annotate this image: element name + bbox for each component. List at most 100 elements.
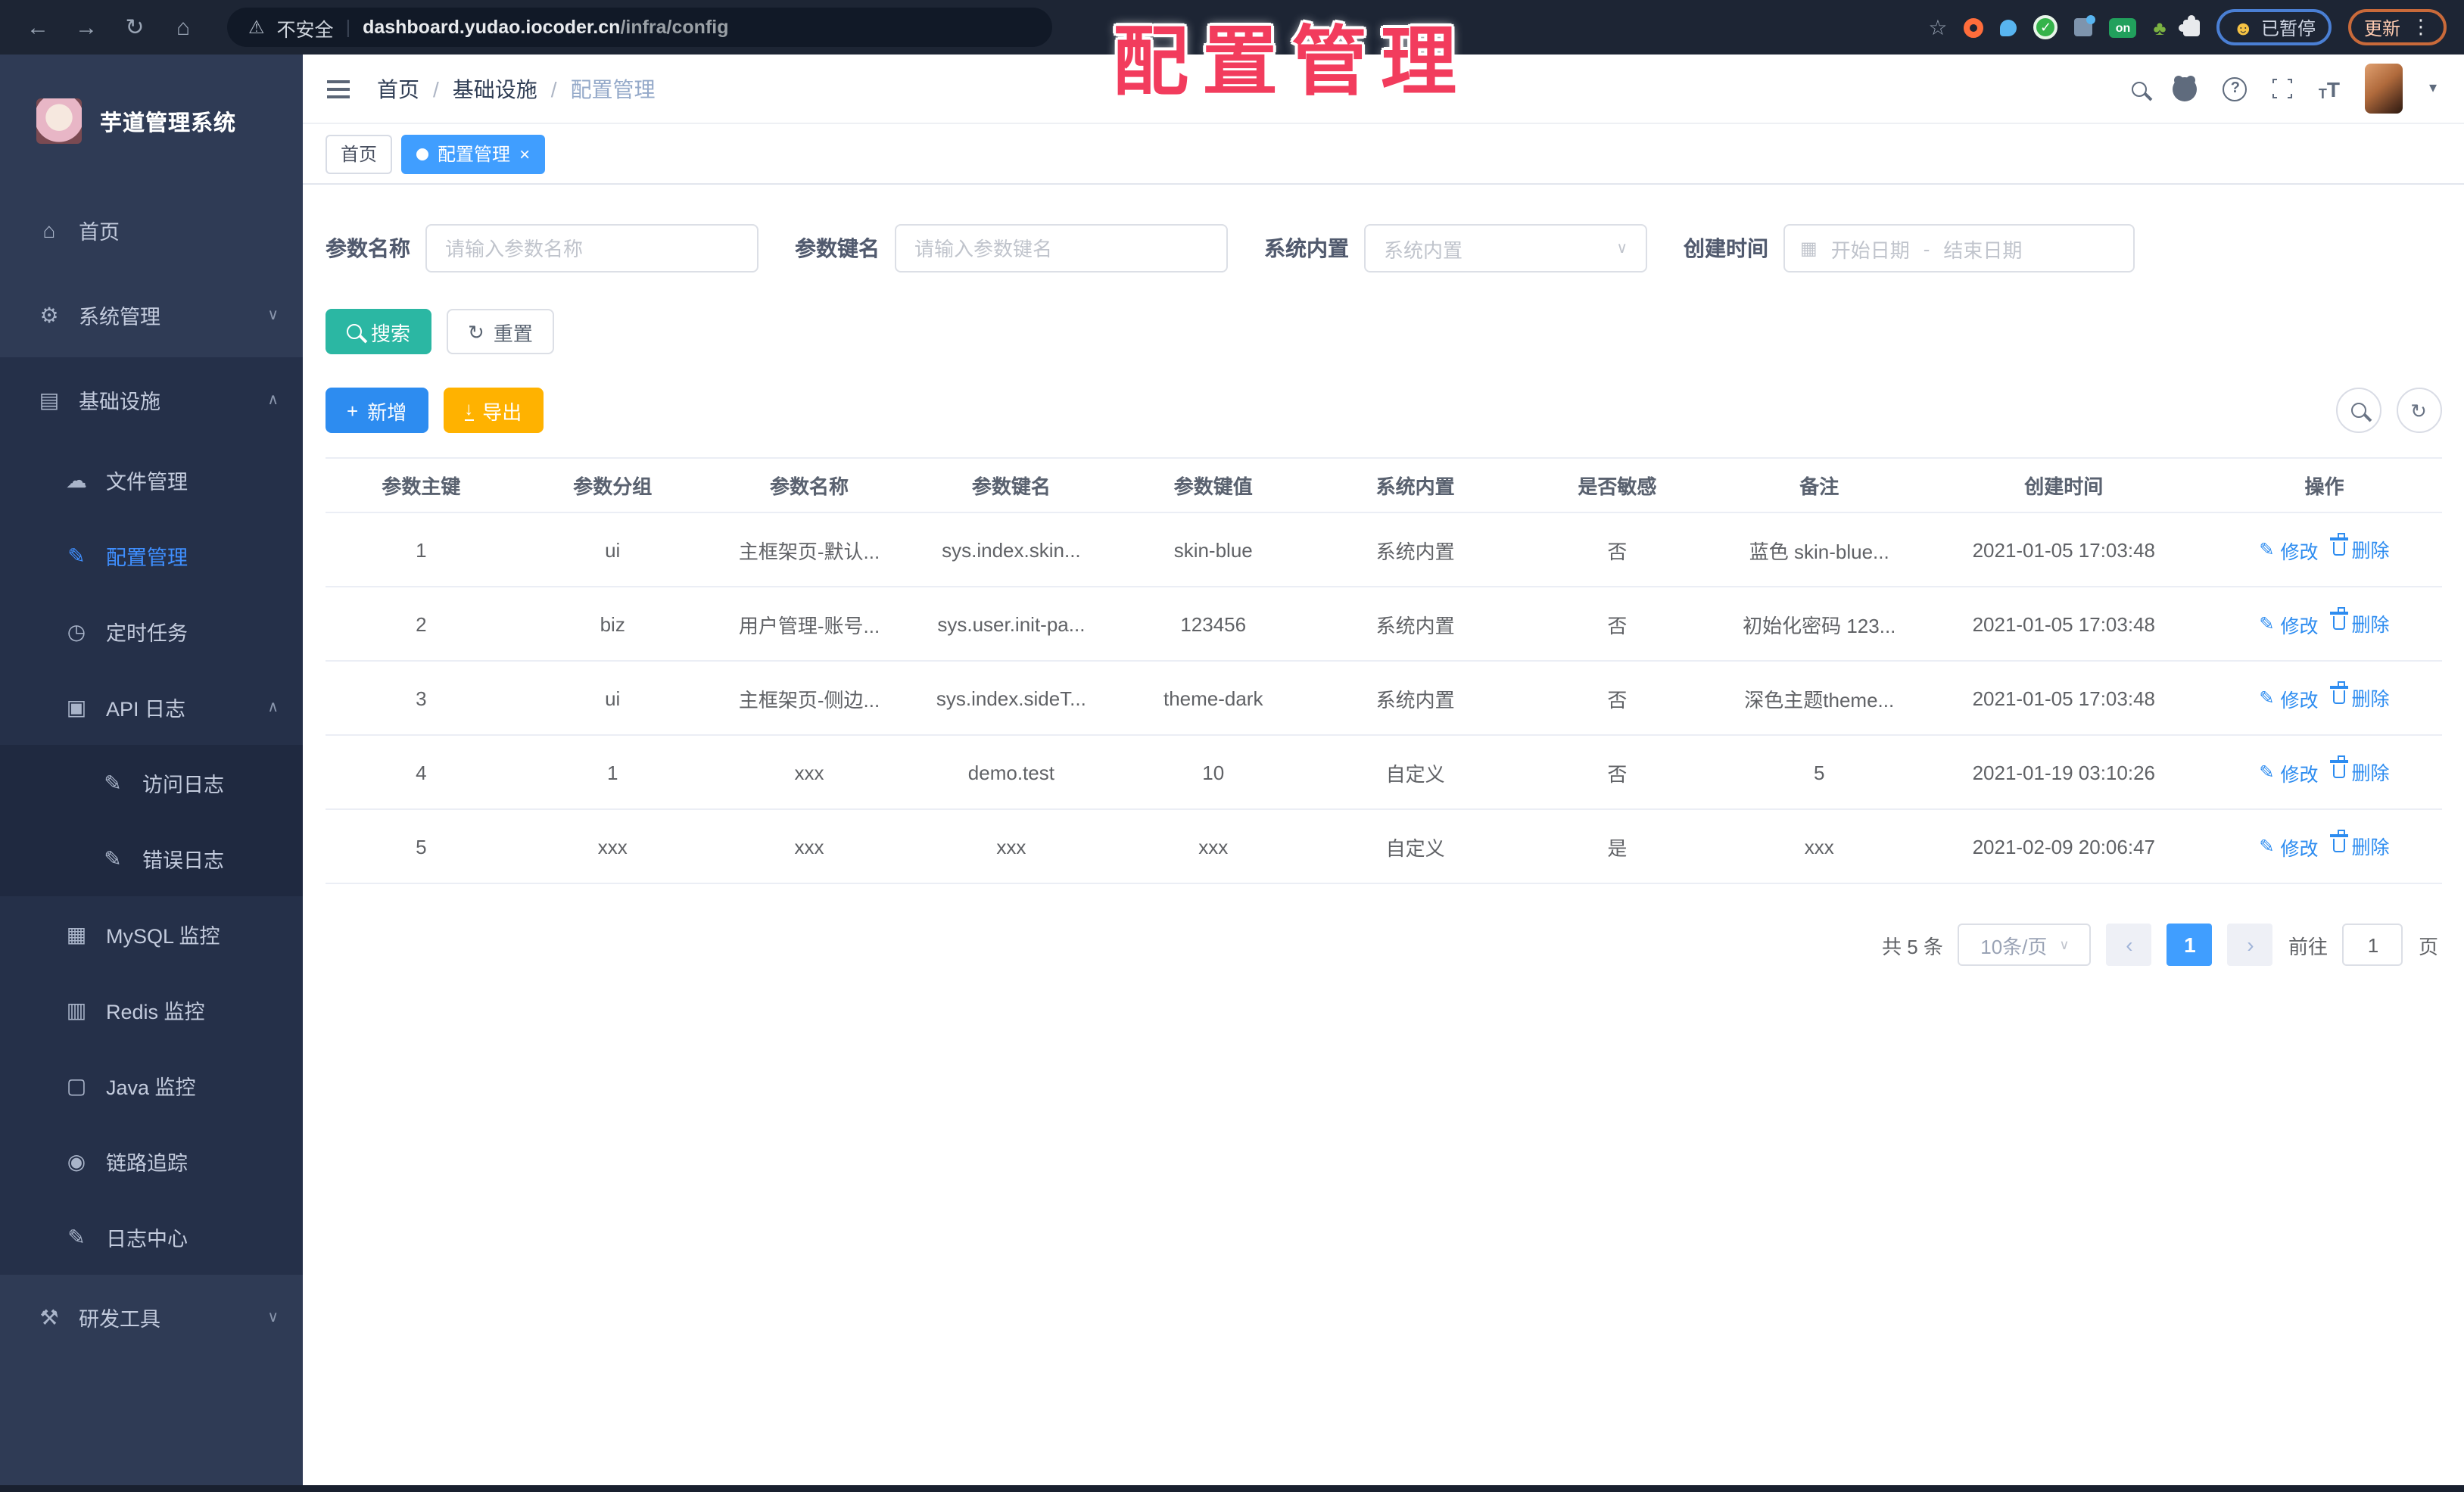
app-logo-row[interactable]: 芋道管理系统 (0, 55, 303, 188)
browser-back-button[interactable]: ← (18, 8, 58, 47)
pen-icon: ✎ (2259, 836, 2275, 858)
extension-on-badge[interactable]: on (2109, 17, 2137, 37)
edit-link[interactable]: ✎ 修改 (2259, 684, 2318, 713)
tab-home[interactable]: 首页 (326, 134, 393, 173)
close-icon[interactable]: × (519, 145, 530, 163)
delete-link[interactable]: 删除 (2330, 755, 2390, 786)
tab-config-management[interactable]: 配置管理 × (401, 134, 546, 173)
search-button[interactable]: 搜索 (326, 309, 432, 354)
page-size-select[interactable]: 10条/页 ∨ (1958, 924, 2092, 966)
cell: xxx (516, 809, 709, 884)
search-buttons-row: 搜索 ↻ 重置 (326, 309, 2441, 354)
refresh-table-button[interactable]: ↻ (2396, 388, 2441, 433)
export-button[interactable]: ↓ 导出 (443, 388, 544, 433)
col-header: 参数主键 (326, 457, 517, 513)
cell: demo.test (910, 735, 1113, 810)
sidebar-item-access-logs[interactable]: ✎ 访问日志 (0, 745, 303, 821)
create-time-range-picker[interactable]: ▦ 开始日期 - 结束日期 (1783, 224, 2135, 273)
breadcrumb-infrastructure[interactable]: 基础设施 (453, 73, 537, 104)
breadcrumb-home[interactable]: 首页 (377, 73, 419, 104)
sidebar-item-home[interactable]: ⌂ 首页 (0, 188, 303, 273)
collapse-sidebar-icon[interactable] (327, 79, 350, 83)
address-bar[interactable]: ⚠ 不安全 | dashboard.yudao.iocoder.cn/infra… (227, 8, 1052, 47)
builtin-select[interactable]: 系统内置 ∨ (1364, 224, 1647, 273)
window-bottom-edge (0, 1484, 2464, 1492)
sidebar-item-system[interactable]: ⚙ 系统管理 ∨ (0, 273, 303, 357)
breadcrumb-separator: / (550, 76, 557, 101)
extension-pin-icon[interactable] (2000, 19, 2017, 36)
total-count: 共 5 条 (1882, 935, 1943, 958)
edit-link[interactable]: ✎ 修改 (2259, 536, 2318, 565)
browser-forward-button[interactable]: → (67, 8, 106, 47)
extension-cube-icon[interactable] (2074, 15, 2096, 36)
browser-reload-button[interactable]: ↻ (115, 8, 154, 47)
add-button[interactable]: + 新增 (326, 388, 428, 433)
delete-link[interactable]: 删除 (2330, 607, 2390, 638)
cell-actions: ✎ 修改 删除 (2207, 661, 2441, 736)
edit-link[interactable]: ✎ 修改 (2259, 758, 2318, 787)
sidebar-item-file-management[interactable]: ☁ 文件管理 (0, 442, 303, 518)
breadcrumb-separator: / (433, 76, 439, 101)
col-header: 创建时间 (1920, 457, 2207, 513)
toggle-search-button[interactable] (2335, 388, 2381, 433)
select-placeholder: 系统内置 (1384, 238, 1463, 261)
delete-link[interactable]: 删除 (2330, 533, 2390, 564)
caret-down-icon[interactable]: ▾ (2429, 80, 2437, 97)
start-date-placeholder: 开始日期 (1830, 238, 1910, 261)
param-key-input[interactable] (895, 224, 1228, 273)
param-name-input[interactable] (425, 224, 759, 273)
sidebar-item-config-management[interactable]: ✎ 配置管理 (0, 518, 303, 593)
delete-link[interactable]: 删除 (2330, 830, 2390, 861)
edit-link[interactable]: ✎ 修改 (2259, 610, 2318, 639)
sidebar-item-scheduled-tasks[interactable]: ◷ 定时任务 (0, 593, 303, 669)
trash-icon (2330, 681, 2349, 705)
next-page-button[interactable]: › (2227, 924, 2273, 966)
help-icon[interactable]: ? (2223, 76, 2248, 101)
filter-time-label: 创建时间 (1684, 236, 1768, 260)
font-size-icon[interactable]: TT (2319, 76, 2340, 101)
sidebar-item-mysql-monitor[interactable]: ▦ MySQL 监控 (0, 896, 303, 972)
extensions-puzzle-icon[interactable] (2178, 14, 2200, 36)
cell: xxx (1112, 809, 1315, 884)
sidebar-item-redis-monitor[interactable]: ▥ Redis 监控 (0, 972, 303, 1048)
cell: 4 (326, 735, 517, 810)
sidebar-item-error-logs[interactable]: ✎ 错误日志 (0, 821, 303, 896)
col-header: 备注 (1718, 457, 1920, 513)
chevron-down-icon: ∨ (267, 1309, 279, 1325)
goto-page-input[interactable] (2342, 924, 2403, 966)
cell: 1 (326, 512, 517, 587)
current-page-button[interactable]: 1 (2167, 924, 2213, 966)
extension-plant-icon[interactable]: ♣ (2154, 16, 2167, 39)
sidebar-item-api-logs[interactable]: ▣ API 日志 ∧ (0, 669, 303, 745)
cell: 否 (1516, 735, 1718, 810)
table-row: 3 ui 主框架页-侧边... sys.index.sideT... theme… (326, 661, 2441, 736)
app-title: 芋道管理系统 (100, 111, 236, 135)
avatar[interactable] (2365, 64, 2403, 114)
edit-link[interactable]: ✎ 修改 (2259, 833, 2318, 861)
security-label[interactable]: 不安全 (277, 13, 334, 42)
browser-menu-icon[interactable]: ⋮ (2411, 15, 2431, 39)
col-header: 系统内置 (1314, 457, 1516, 513)
prev-page-button[interactable]: ‹ (2106, 924, 2152, 966)
trash-icon (2330, 607, 2349, 631)
sidebar-item-dev-tools[interactable]: ⚒ 研发工具 ∨ (0, 1275, 303, 1360)
sidebar-item-java-monitor[interactable]: ▢ Java 监控 (0, 1048, 303, 1123)
cell: 3 (326, 661, 517, 736)
sidebar-item-log-center[interactable]: ✎ 日志中心 (0, 1199, 303, 1275)
tools-icon: ⚒ (39, 1304, 59, 1328)
sidebar-item-trace[interactable]: ◉ 链路追踪 (0, 1123, 303, 1199)
bookmark-star-icon[interactable]: ☆ (1928, 14, 1947, 40)
reset-button[interactable]: ↻ 重置 (447, 309, 554, 354)
filter-key-label: 参数键名 (795, 236, 880, 260)
cell: 用户管理-账号... (708, 587, 911, 662)
fullscreen-icon[interactable] (2269, 76, 2296, 101)
paused-profile-chip[interactable]: ☻ 已暂停 (2216, 9, 2332, 45)
github-icon[interactable] (2173, 76, 2198, 101)
update-browser-button[interactable]: 更新 ⋮ (2348, 9, 2446, 45)
search-icon[interactable] (2132, 81, 2148, 96)
extension-check-icon[interactable]: ✓ (2033, 15, 2058, 39)
sidebar-item-infrastructure[interactable]: ▤ 基础设施 ∧ (0, 357, 303, 442)
delete-link[interactable]: 删除 (2330, 681, 2390, 712)
extension-donut-icon[interactable] (1964, 17, 1984, 37)
browser-home-button[interactable]: ⌂ (164, 8, 203, 47)
